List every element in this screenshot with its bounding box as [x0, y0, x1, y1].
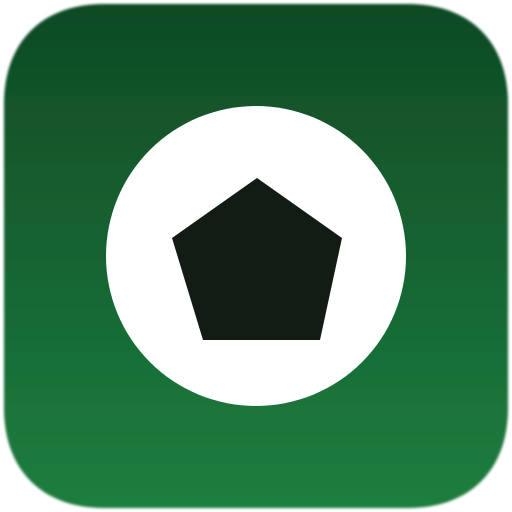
- app-icon[interactable]: [0, 0, 512, 512]
- app-icon-canvas: [0, 0, 512, 512]
